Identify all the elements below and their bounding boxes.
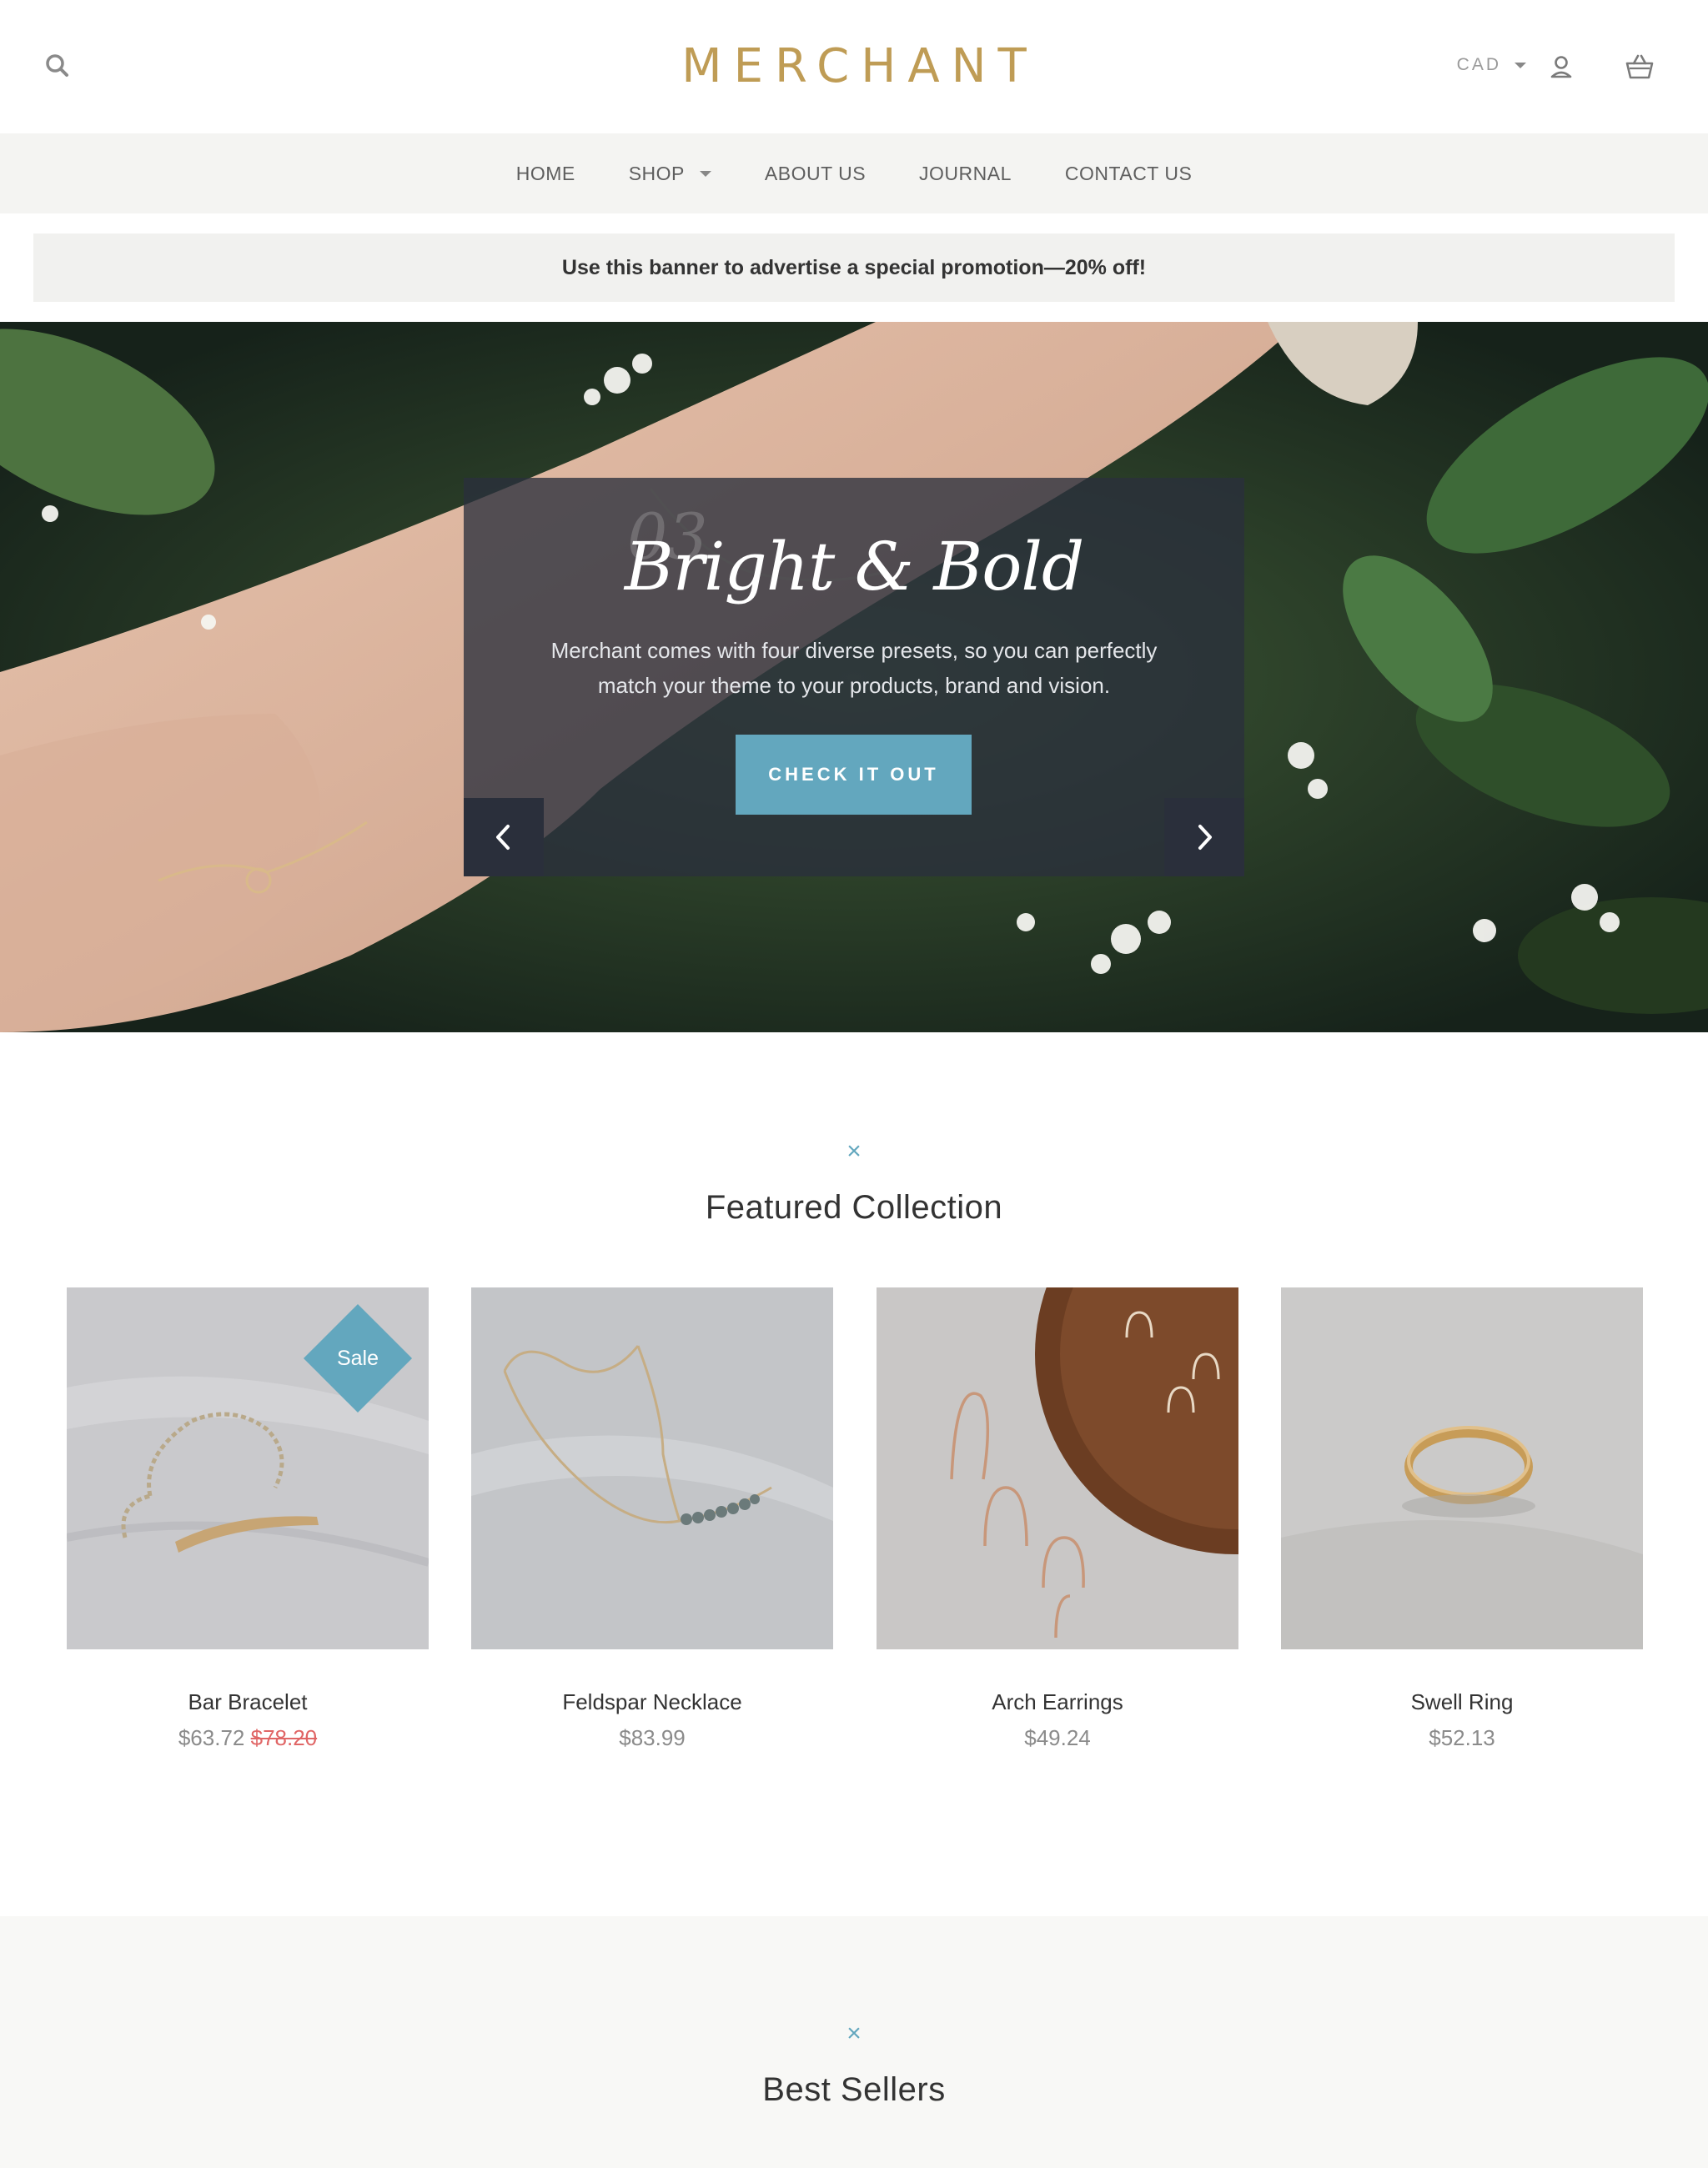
nav-item-home[interactable]: HOME	[490, 163, 602, 185]
caret-down-icon	[699, 170, 711, 177]
product-image[interactable]	[1281, 1287, 1643, 1649]
product-card[interactable]: Arch Earrings $49.24	[877, 1287, 1238, 1751]
product-price: $83.99	[471, 1725, 833, 1751]
sale-badge: Sale	[303, 1303, 413, 1413]
product-name[interactable]: Feldspar Necklace	[471, 1689, 833, 1715]
site-header: MERCHANT CAD	[0, 0, 1708, 133]
nav-item-about[interactable]: ABOUT US	[738, 163, 892, 185]
promo-banner[interactable]: Use this banner to advertise a special p…	[33, 233, 1675, 302]
ring-photo	[1281, 1287, 1643, 1649]
product-card[interactable]: Feldspar Necklace $83.99	[471, 1287, 833, 1751]
product-card[interactable]: Sale Bar Bracelet $63.72 $78.20	[67, 1287, 429, 1751]
user-icon	[1550, 56, 1572, 78]
hero-caption-card: 03 Bright & Bold Merchant comes with fou…	[464, 478, 1244, 876]
hero-description: Merchant comes with four diverse presets…	[550, 638, 1158, 698]
slide-prev-button[interactable]	[464, 798, 544, 876]
currency-label: CAD	[1456, 55, 1501, 74]
nav-item-shop[interactable]: SHOP	[602, 163, 738, 185]
necklace-photo	[471, 1287, 833, 1649]
nav-label: SHOP	[628, 162, 685, 184]
product-image[interactable]	[471, 1287, 833, 1649]
sale-label: Sale	[336, 1346, 379, 1370]
hero-slideshow: 03 Bright & Bold Merchant comes with fou…	[0, 322, 1708, 1032]
cross-icon: ×	[846, 2020, 862, 2047]
product-price: $49.24	[877, 1725, 1238, 1751]
product-card[interactable]: Swell Ring $52.13	[1281, 1287, 1643, 1751]
original-price: $78.20	[250, 1725, 318, 1750]
nav-label: JOURNAL	[919, 162, 1012, 184]
main-nav: HOME SHOP ABOUT US JOURNAL CONTACT US	[0, 133, 1708, 213]
price: $52.13	[1429, 1725, 1495, 1750]
chevron-left-icon	[496, 825, 510, 850]
caret-down-icon	[1515, 62, 1526, 68]
nav-item-journal[interactable]: JOURNAL	[892, 163, 1038, 185]
basket-icon	[1625, 54, 1654, 79]
nav-label: ABOUT US	[764, 162, 867, 184]
product-price: $52.13	[1281, 1725, 1643, 1751]
account-button[interactable]	[1548, 53, 1575, 80]
featured-collection-title: Featured Collection	[705, 1189, 1003, 1226]
currency-selector[interactable]: CAD	[1457, 55, 1526, 75]
slide-next-button[interactable]	[1164, 798, 1244, 876]
best-sellers-section: × Best Sellers	[0, 1916, 1708, 2168]
check-it-out-button[interactable]: CHECK IT OUT	[736, 735, 972, 815]
price: $49.24	[1024, 1725, 1091, 1750]
product-name[interactable]: Arch Earrings	[877, 1689, 1238, 1715]
cross-icon: ×	[846, 1137, 862, 1165]
best-sellers-title: Best Sellers	[762, 2071, 946, 2108]
sale-price: $63.72	[178, 1725, 245, 1750]
hero-title: Bright & Bold	[624, 528, 1084, 605]
nav-label: HOME	[515, 162, 575, 184]
chevron-right-icon	[1198, 825, 1212, 850]
nav-label: CONTACT US	[1064, 162, 1193, 184]
price: $83.99	[619, 1725, 686, 1750]
product-name[interactable]: Swell Ring	[1281, 1689, 1643, 1715]
earrings-photo	[877, 1287, 1238, 1649]
site-logo[interactable]: MERCHANT	[0, 37, 1708, 97]
product-name[interactable]: Bar Bracelet	[67, 1689, 429, 1715]
product-image[interactable]	[877, 1287, 1238, 1649]
cart-button[interactable]	[1625, 52, 1655, 82]
product-price: $63.72 $78.20	[67, 1725, 429, 1751]
nav-item-contact[interactable]: CONTACT US	[1038, 163, 1218, 185]
product-image[interactable]: Sale	[67, 1287, 429, 1649]
